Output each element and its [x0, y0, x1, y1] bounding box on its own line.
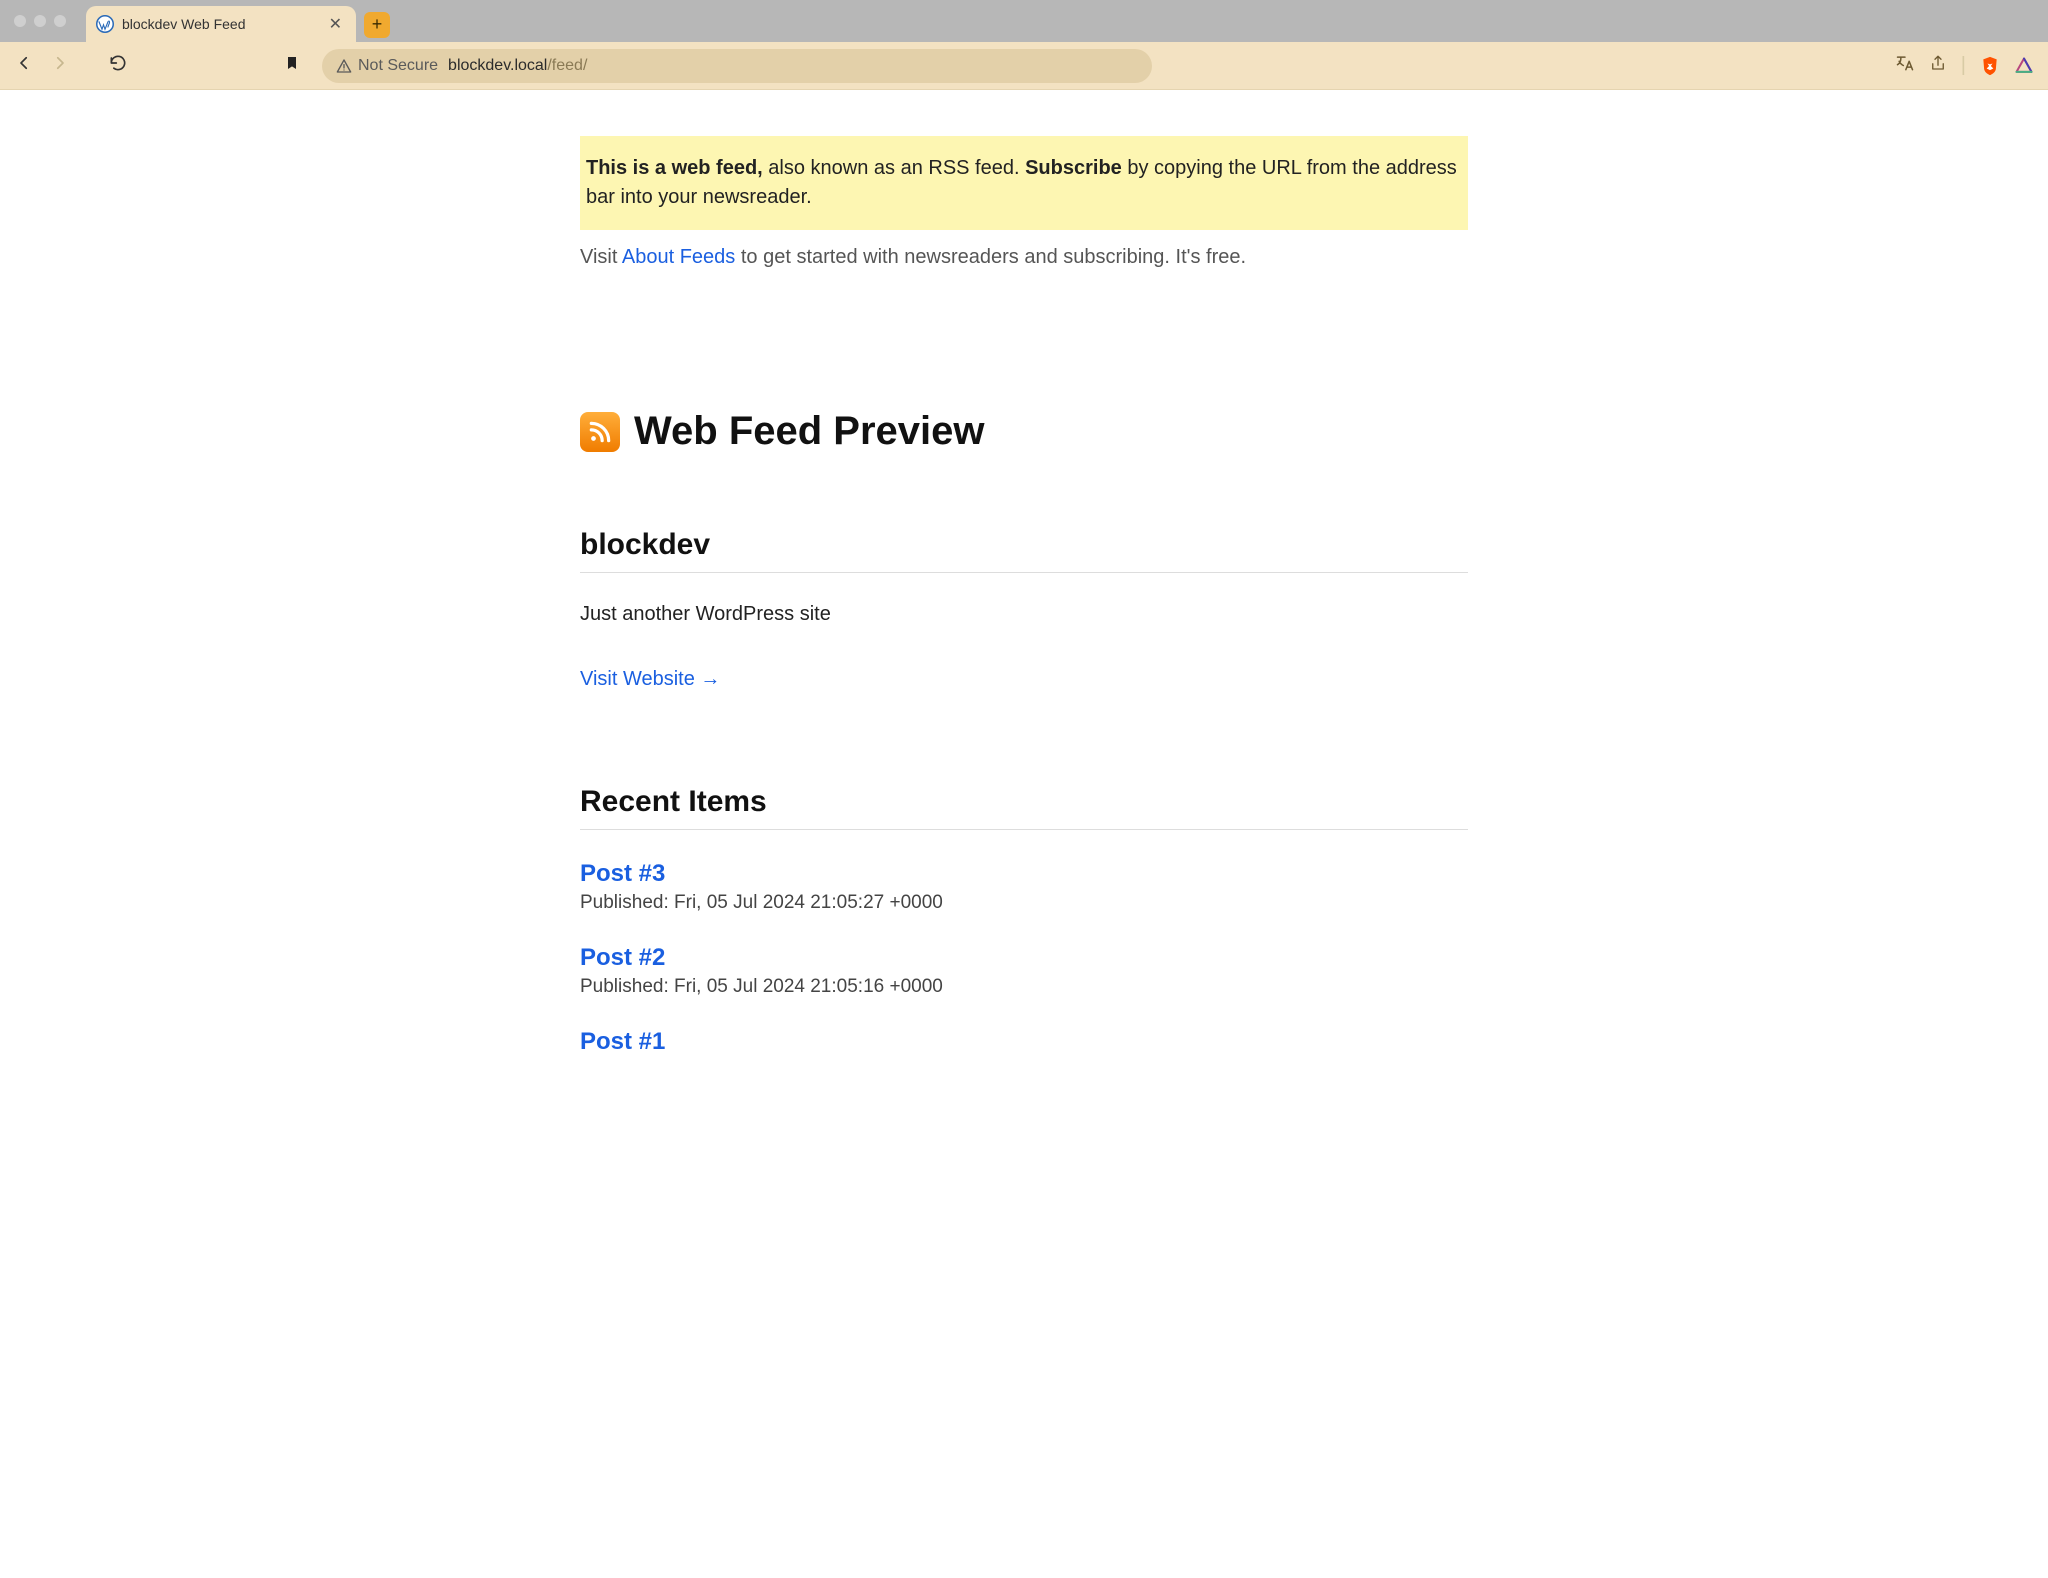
- warning-icon: [336, 58, 352, 74]
- page-content: This is a web feed, also known as an RSS…: [574, 136, 1474, 1096]
- about-prefix: Visit: [580, 246, 622, 268]
- url-path: /feed/: [547, 57, 587, 74]
- brave-rewards-icon[interactable]: [2014, 56, 2034, 76]
- feed-item-title-link[interactable]: Post #3: [580, 860, 665, 887]
- forward-button[interactable]: [50, 54, 70, 78]
- back-button[interactable]: [14, 54, 34, 78]
- tab-strip: blockdev Web Feed ✕ +: [0, 0, 2048, 42]
- bookmark-icon[interactable]: [284, 54, 300, 78]
- tab-close-button[interactable]: ✕: [327, 14, 344, 34]
- notice-mid: also known as an RSS feed.: [763, 157, 1025, 179]
- browser-tab[interactable]: blockdev Web Feed ✕: [86, 6, 356, 42]
- notice-lead: This is a web feed,: [586, 157, 763, 179]
- feed-item: Post #1: [580, 1028, 1468, 1056]
- toolbar-divider: |: [1961, 54, 1966, 77]
- site-tagline: Just another WordPress site: [580, 603, 1468, 626]
- feed-item-published: Published: Fri, 05 Jul 2024 21:05:27 +00…: [580, 892, 1468, 914]
- translate-icon[interactable]: [1895, 53, 1915, 79]
- window-controls: [14, 15, 66, 27]
- browser-toolbar: Not Secure blockdev.local/feed/ |: [0, 42, 2048, 90]
- new-tab-button[interactable]: +: [364, 12, 390, 38]
- reload-button[interactable]: [108, 53, 128, 79]
- feed-item: Post #2 Published: Fri, 05 Jul 2024 21:05…: [580, 944, 1468, 998]
- feed-preview-title: Web Feed Preview: [634, 409, 985, 454]
- recent-items-heading: Recent Items: [580, 785, 1468, 830]
- visit-website-link[interactable]: Visit Website →: [580, 668, 720, 691]
- window-close-button[interactable]: [14, 15, 26, 27]
- feed-item-published: Published: Fri, 05 Jul 2024 21:05:16 +00…: [580, 976, 1468, 998]
- rss-icon: [580, 412, 620, 452]
- about-suffix: to get started with newsreaders and subs…: [735, 246, 1246, 268]
- address-bar[interactable]: Not Secure blockdev.local/feed/: [322, 49, 1152, 83]
- items-list: Post #3 Published: Fri, 05 Jul 2024 21:05…: [580, 860, 1468, 1056]
- browser-chrome: blockdev Web Feed ✕ + Not Secure blockde…: [0, 0, 2048, 90]
- notice-subscribe: Subscribe: [1025, 157, 1122, 179]
- tab-title: blockdev Web Feed: [122, 16, 319, 32]
- feed-notice: This is a web feed, also known as an RSS…: [580, 136, 1468, 230]
- window-minimize-button[interactable]: [34, 15, 46, 27]
- feed-item-title-link[interactable]: Post #1: [580, 1028, 665, 1055]
- not-secure-label: Not Secure: [358, 57, 438, 75]
- url-host: blockdev.local: [448, 57, 547, 74]
- url-display: blockdev.local/feed/: [448, 57, 587, 75]
- feed-preview-header: Web Feed Preview: [580, 409, 1468, 454]
- share-icon[interactable]: [1929, 53, 1947, 79]
- about-feeds-line: Visit About Feeds to get started with ne…: [580, 246, 1468, 269]
- toolbar-right: |: [1895, 53, 2034, 79]
- site-title: blockdev: [580, 528, 1468, 573]
- feed-item: Post #3 Published: Fri, 05 Jul 2024 21:05…: [580, 860, 1468, 914]
- wordpress-favicon-icon: [96, 15, 114, 33]
- window-zoom-button[interactable]: [54, 15, 66, 27]
- about-feeds-link[interactable]: About Feeds: [622, 246, 735, 268]
- brave-shields-icon[interactable]: [1980, 56, 2000, 76]
- not-secure-indicator[interactable]: Not Secure: [336, 57, 438, 75]
- feed-item-title-link[interactable]: Post #2: [580, 944, 665, 971]
